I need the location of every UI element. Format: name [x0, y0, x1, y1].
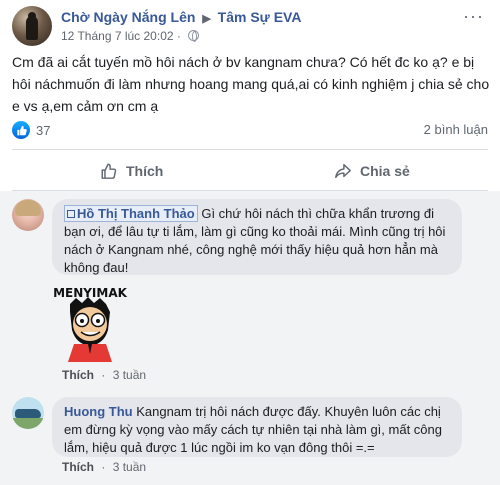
author-avatar[interactable] [12, 6, 52, 46]
comment-bubble: Huong Thu Kangnam trị hôi nách được đấy.… [52, 397, 462, 457]
comment-actions: Thích · 3 tuần [62, 460, 147, 474]
like-reaction-icon [12, 121, 30, 139]
tag-icon [67, 210, 75, 218]
like-count: 37 [36, 122, 51, 138]
divider [12, 149, 488, 150]
facebook-post: Chờ Ngày Nắng Lên ▶ Tâm Sự EVA 12 Tháng … [0, 0, 500, 485]
menyimak-sticker: MENYIMAK [53, 286, 128, 362]
sticker-text: MENYIMAK [53, 286, 128, 300]
share-arrow-icon [335, 163, 351, 179]
comment-like-button[interactable]: Thích [62, 368, 94, 382]
reactions-summary[interactable]: 37 [12, 120, 50, 140]
commenter-name: Hồ Thị Thanh Thảo [77, 206, 195, 221]
comment-like-button[interactable]: Thích [62, 460, 94, 474]
post-header: Chờ Ngày Nắng Lên ▶ Tâm Sự EVA [61, 9, 301, 25]
globe-icon [188, 30, 200, 42]
thumbs-up-icon [101, 163, 117, 179]
commenter-avatar[interactable] [12, 199, 44, 231]
comment-count-link[interactable]: 2 bình luận [424, 122, 488, 137]
comment-time[interactable]: 3 tuần [113, 368, 146, 382]
more-options-button[interactable]: ··· [463, 6, 484, 27]
post-body-text: Cm đã ai cắt tuyến mồ hôi nách ở bv kang… [12, 54, 490, 114]
commenter-name-link[interactable]: Hồ Thị Thanh Thảo [64, 205, 198, 222]
arrow-right-icon: ▶ [202, 13, 211, 25]
share-button-label: Chia sẻ [360, 163, 410, 179]
comment-time[interactable]: 3 tuần [113, 460, 146, 474]
commenter-avatar[interactable] [12, 397, 44, 429]
commenter-name-link[interactable]: Huong Thu [64, 404, 133, 419]
like-button-label: Thích [126, 163, 164, 179]
post-meta: 12 Tháng 7 lúc 20:02 · [61, 29, 200, 43]
group-name-link[interactable]: Tâm Sự EVA [218, 9, 302, 25]
comment-actions: Thích · 3 tuần [62, 368, 147, 382]
share-button[interactable]: Chia sẻ [334, 157, 410, 185]
post-timestamp[interactable]: 12 Tháng 7 lúc 20:02 · [61, 29, 181, 43]
like-button[interactable]: Thích [100, 157, 163, 185]
author-name-link[interactable]: Chờ Ngày Nắng Lên [61, 9, 195, 25]
comment-bubble: Hồ Thị Thanh Thảo Gì chứ hôi nách thì ch… [52, 199, 462, 275]
